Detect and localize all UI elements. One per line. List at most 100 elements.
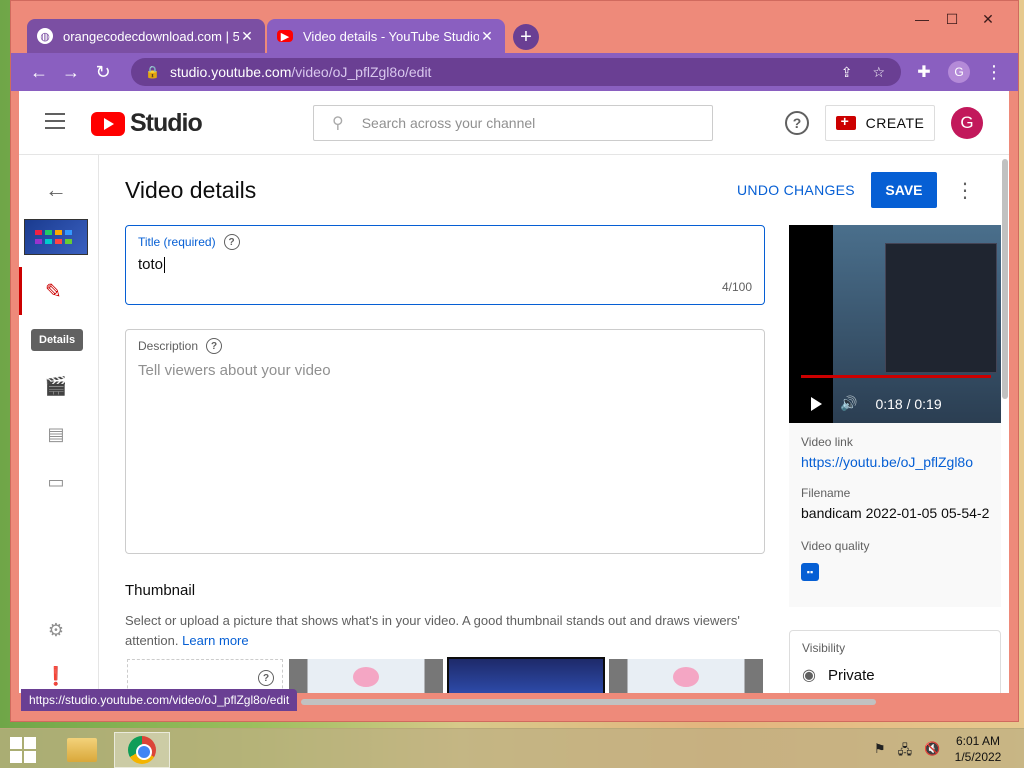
lock-icon: 🔒 <box>145 65 160 79</box>
subtitles-icon[interactable]: ▭ <box>45 471 67 493</box>
eye-off-icon: ◉ <box>802 667 816 684</box>
more-options-icon[interactable]: ⋮ <box>953 178 977 203</box>
video-player[interactable]: 🔊 0:18 / 0:19 <box>789 225 1001 423</box>
browser-toolbar: ← → ↻ 🔒 studio.youtube.com/video/oJ_pflZ… <box>11 53 1018 91</box>
account-avatar[interactable]: G <box>951 107 983 139</box>
address-bar[interactable]: 🔒 studio.youtube.com/video/oJ_pflZgl8o/e… <box>131 58 901 86</box>
chrome-taskbar-button[interactable] <box>114 732 170 768</box>
save-button[interactable]: SAVE <box>870 172 937 208</box>
tab-youtube-studio[interactable]: ▶ Video details - YouTube Studio ✕ <box>267 19 505 53</box>
editor-clapper-icon[interactable]: 🎬 <box>45 375 67 397</box>
video-link[interactable]: https://youtu.be/oJ_pflZgl8o <box>801 454 989 470</box>
thumbnail-options: ? <box>127 657 763 693</box>
thumbnail-option-2[interactable] <box>447 657 605 693</box>
minimize-icon[interactable]: — <box>907 11 937 27</box>
left-nav: ← ✎ Details 🎬 ▤ ▭ ⚙ ❗ <box>19 155 99 693</box>
help-circle-icon[interactable]: ? <box>258 670 274 686</box>
details-tooltip: Details <box>31 329 84 351</box>
link-status-bar: https://studio.youtube.com/video/oJ_pflZ… <box>21 689 298 711</box>
bookmark-star-icon[interactable]: ☆ <box>872 64 885 81</box>
back-arrow-icon[interactable]: ← <box>23 56 55 88</box>
reload-icon[interactable]: ↻ <box>87 56 119 88</box>
help-circle-icon[interactable]: ? <box>223 234 240 250</box>
browser-menu-icon[interactable]: ⋮ <box>978 56 1010 88</box>
url-host: studio.youtube.com <box>169 64 292 80</box>
thumbnail-heading: Thumbnail <box>125 582 196 599</box>
globe-icon: ◍ <box>37 28 53 44</box>
video-progress-bar[interactable] <box>801 375 991 378</box>
chrome-icon <box>128 736 156 764</box>
learn-more-link[interactable]: Learn more <box>182 633 248 648</box>
extensions-icon[interactable]: ✚ <box>908 56 940 88</box>
url-path: /video/oJ_pflZgl8o/edit <box>291 64 432 80</box>
filename-value: bandicam 2022-01-05 05-54-2 <box>801 505 989 521</box>
player-time: 0:18 / 0:19 <box>875 395 942 412</box>
volume-muted-icon[interactable]: 🔇 <box>924 741 940 763</box>
folder-icon <box>67 738 97 762</box>
video-thumbnail-small[interactable] <box>24 219 88 255</box>
windows-taskbar: ⚑ 🖧 🔇 6:01 AM 1/5/2022 <box>0 728 1024 768</box>
hamburger-menu-icon[interactable] <box>45 113 65 129</box>
video-info: Video link https://youtu.be/oJ_pflZgl8o … <box>789 423 1001 607</box>
logo-text: Studio <box>130 109 203 137</box>
network-icon[interactable]: 🖧 <box>898 741 913 763</box>
close-tab-icon[interactable]: ✕ <box>479 28 495 45</box>
studio-logo[interactable]: Studio <box>91 109 203 138</box>
title-input-value: toto <box>138 256 164 273</box>
title-input[interactable]: toto <box>138 256 166 274</box>
video-content-window <box>885 243 997 373</box>
comments-icon[interactable]: ▤ <box>45 423 67 445</box>
tab-strip: ◍ orangecodecdownload.com | 528 ✕ ▶ Vide… <box>11 1 1018 53</box>
thumbnail-option-1[interactable] <box>289 659 443 693</box>
windows-start-icon[interactable] <box>10 737 38 763</box>
upload-thumbnail-button[interactable]: ? <box>127 659 283 693</box>
action-bar: UNDO CHANGES SAVE ⋮ <box>737 172 977 208</box>
tab-title: orangecodecdownload.com | 528 <box>63 28 239 44</box>
back-arrow-icon[interactable]: ← <box>45 177 67 203</box>
taskbar-clock[interactable]: 6:01 AM 1/5/2022 <box>948 733 1008 765</box>
search-input[interactable]: ⚲ Search across your channel <box>313 105 713 141</box>
video-side-panel: 🔊 0:18 / 0:19 Video link https://youtu.b… <box>789 225 1001 693</box>
profile-avatar[interactable]: G <box>948 61 970 83</box>
visibility-selector[interactable]: Visibility ◉ Private <box>789 630 1001 693</box>
feedback-icon[interactable]: ❗ <box>45 665 67 687</box>
browser-window: ◍ orangecodecdownload.com | 528 ✕ ▶ Vide… <box>10 0 1019 722</box>
create-label: CREATE <box>865 115 925 131</box>
video-quality-label: Video quality <box>801 539 870 553</box>
title-char-counter: 4/100 <box>721 280 752 294</box>
volume-icon[interactable]: 🔊 <box>840 395 857 412</box>
horizontal-scrollbar[interactable] <box>301 699 876 705</box>
create-button[interactable]: CREATE <box>825 105 935 141</box>
forward-arrow-icon[interactable]: → <box>55 56 87 88</box>
visibility-label: Visibility <box>802 641 846 655</box>
undo-changes-button[interactable]: UNDO CHANGES <box>737 182 855 198</box>
file-explorer-button[interactable] <box>54 732 110 768</box>
search-placeholder: Search across your channel <box>361 115 536 131</box>
clock-time: 6:01 AM <box>955 734 1001 748</box>
settings-gear-icon[interactable]: ⚙ <box>45 619 67 641</box>
maximize-icon[interactable]: ☐ <box>937 11 967 28</box>
action-center-flag-icon[interactable]: ⚑ <box>874 741 886 763</box>
close-tab-icon[interactable]: ✕ <box>239 28 255 45</box>
flower-image <box>353 667 379 687</box>
title-field[interactable]: Title (required) ? toto 4/100 <box>125 225 765 305</box>
help-circle-icon[interactable]: ? <box>206 338 223 354</box>
thumbnail-option-3[interactable] <box>609 659 763 693</box>
title-field-label: Title (required) ? <box>138 234 240 250</box>
video-frame <box>833 225 1001 423</box>
description-field-label: Description ? <box>138 338 223 354</box>
description-placeholder: Tell viewers about your video <box>138 362 331 379</box>
share-icon[interactable]: ⇪ <box>841 64 853 81</box>
description-field[interactable]: Description ? Tell viewers about your vi… <box>125 329 765 554</box>
tab-title: Video details - YouTube Studio <box>303 28 479 44</box>
new-tab-button[interactable]: + <box>513 24 539 50</box>
close-window-icon[interactable]: ✕ <box>973 11 1003 28</box>
nav-details[interactable]: ✎ <box>19 267 99 315</box>
youtube-logo-icon <box>91 111 125 136</box>
vertical-scrollbar[interactable] <box>1002 159 1008 399</box>
play-icon[interactable] <box>811 396 822 411</box>
help-icon[interactable]: ? <box>785 111 809 135</box>
create-video-icon <box>835 113 856 130</box>
tab-orangecodec[interactable]: ◍ orangecodecdownload.com | 528 ✕ <box>27 19 265 53</box>
pencil-icon: ✎ <box>45 281 62 303</box>
